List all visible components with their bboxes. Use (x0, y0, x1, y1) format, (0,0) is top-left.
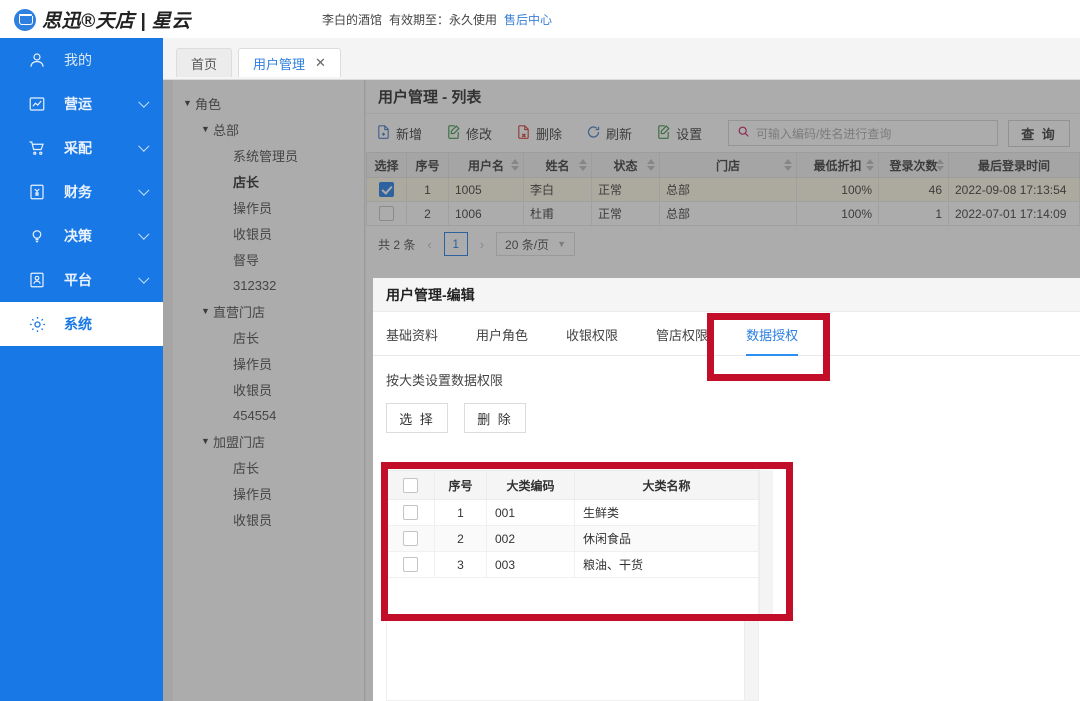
sidebar-label-platform: 平台 (64, 272, 92, 288)
category-header-row: 序号 大类编码 大类名称 (386, 470, 759, 500)
section-label: 按大类设置数据权限 (386, 373, 504, 388)
user-icon (26, 49, 48, 71)
validity-label: 有效期至： (389, 13, 450, 27)
page-tab-user-management[interactable]: 用户管理 ✕ (238, 48, 341, 77)
platform-icon (26, 269, 48, 291)
edit-panel-actions: 选 择 删 除 (373, 389, 1080, 433)
sidebar-label-purchase: 采配 (64, 140, 92, 156)
secondary-table-scrollbar[interactable] (744, 619, 758, 700)
edit-panel-title: 用户管理-编辑 (373, 278, 1080, 312)
select-button[interactable]: 选 择 (386, 403, 448, 433)
category-seq: 1 (434, 499, 487, 526)
cloud-cart-icon (14, 8, 36, 31)
sidebar-item-finance[interactable]: 财务 (0, 170, 163, 214)
category-select-all-cell[interactable] (386, 470, 435, 500)
chevron-down-icon (138, 184, 150, 196)
select-all-checkbox[interactable] (403, 477, 418, 493)
finance-icon (26, 181, 48, 203)
category-col-name: 大类名称 (574, 470, 759, 500)
sidebar-item-decision[interactable]: 决策 (0, 214, 163, 258)
sidebar-item-purchase[interactable]: 采配 (0, 126, 163, 170)
category-row[interactable]: 1 001 生鲜类 (386, 499, 759, 526)
category-checkbox[interactable] (403, 531, 418, 547)
logo-text: 思迅®天店 | 星云 (42, 11, 191, 32)
category-table-empty-space (386, 578, 759, 620)
user-edit-panel: 用户管理-编辑 基础资料 用户角色 收银权限 管店权限 数据授权 按大类设置数据… (373, 278, 1080, 701)
tab-store-perm[interactable]: 管店权限 (656, 325, 708, 355)
category-name: 粮油、干货 (574, 551, 759, 578)
page-tab-home[interactable]: 首页 (176, 48, 233, 77)
edit-panel-tabs: 基础资料 用户角色 收银权限 管店权限 数据授权 (373, 312, 1080, 356)
category-col-code: 大类编码 (486, 470, 575, 500)
chevron-down-icon (138, 96, 150, 108)
tab-user-role[interactable]: 用户角色 (476, 325, 528, 355)
category-code: 002 (486, 525, 575, 552)
category-name: 生鲜类 (574, 499, 759, 526)
gear-icon (26, 313, 48, 335)
page-tabs-bar: 首页 用户管理 ✕ (163, 38, 1080, 80)
category-table-scrollbar[interactable] (759, 470, 773, 616)
category-seq: 2 (434, 525, 487, 552)
sidebar-nav: 我的 营运 采配 财务 决策 平台 系统 (0, 38, 163, 701)
category-col-seq: 序号 (434, 470, 487, 500)
category-row[interactable]: 2 002 休闲食品 (386, 525, 759, 552)
app-logo: 思迅®天店 | 星云 (14, 6, 191, 33)
sidebar-item-mine[interactable]: 我的 (0, 38, 163, 82)
bulb-icon (26, 225, 48, 247)
sidebar-label-system: 系统 (64, 316, 92, 332)
chart-icon (26, 93, 48, 115)
tab-basic-info[interactable]: 基础资料 (386, 325, 438, 355)
top-header: 思迅®天店 | 星云 李白的酒馆 有效期至：永久使用 售后中心 (0, 0, 1080, 38)
category-checkbox-cell[interactable] (386, 551, 435, 578)
chevron-down-icon (138, 272, 150, 284)
category-checkbox[interactable] (403, 505, 418, 521)
chevron-down-icon (138, 228, 150, 240)
category-row[interactable]: 3 003 粮油、干货 (386, 551, 759, 578)
category-seq: 3 (434, 551, 487, 578)
service-center-link[interactable]: 售后中心 (504, 13, 552, 27)
category-table-wrap: 序号 大类编码 大类名称 1 001 生鲜类 2 002 休闲食品 3 003 … (386, 470, 773, 620)
sidebar-item-operations[interactable]: 营运 (0, 82, 163, 126)
chevron-down-icon (138, 140, 150, 152)
sidebar-item-platform[interactable]: 平台 (0, 258, 163, 302)
cart-icon (26, 137, 48, 159)
account-info: 李白的酒馆 有效期至：永久使用 售后中心 (322, 11, 552, 28)
sidebar-label-mine: 我的 (64, 52, 92, 68)
delete-category-button[interactable]: 删 除 (464, 403, 526, 433)
tab-cashier-perm[interactable]: 收银权限 (566, 325, 618, 355)
category-code: 001 (486, 499, 575, 526)
tab-data-authorization[interactable]: 数据授权 (746, 325, 799, 356)
account-name: 李白的酒馆 (322, 13, 383, 27)
sidebar-label-decision: 决策 (64, 228, 92, 244)
page-tab-user-management-label: 用户管理 (253, 56, 306, 72)
validity-value: 永久使用 (449, 13, 498, 27)
category-checkbox-cell[interactable] (386, 525, 435, 552)
secondary-table-area (386, 618, 759, 701)
category-code: 003 (486, 551, 575, 578)
category-checkbox[interactable] (403, 557, 418, 573)
category-checkbox-cell[interactable] (386, 499, 435, 526)
sidebar-label-operations: 营运 (64, 96, 92, 112)
sidebar-label-finance: 财务 (64, 184, 92, 200)
category-name: 休闲食品 (574, 525, 759, 552)
page-tab-home-label: 首页 (191, 56, 218, 72)
close-icon[interactable]: ✕ (315, 55, 326, 71)
category-table: 序号 大类编码 大类名称 1 001 生鲜类 2 002 休闲食品 3 003 … (386, 470, 759, 578)
sidebar-item-system[interactable]: 系统 (0, 302, 163, 346)
